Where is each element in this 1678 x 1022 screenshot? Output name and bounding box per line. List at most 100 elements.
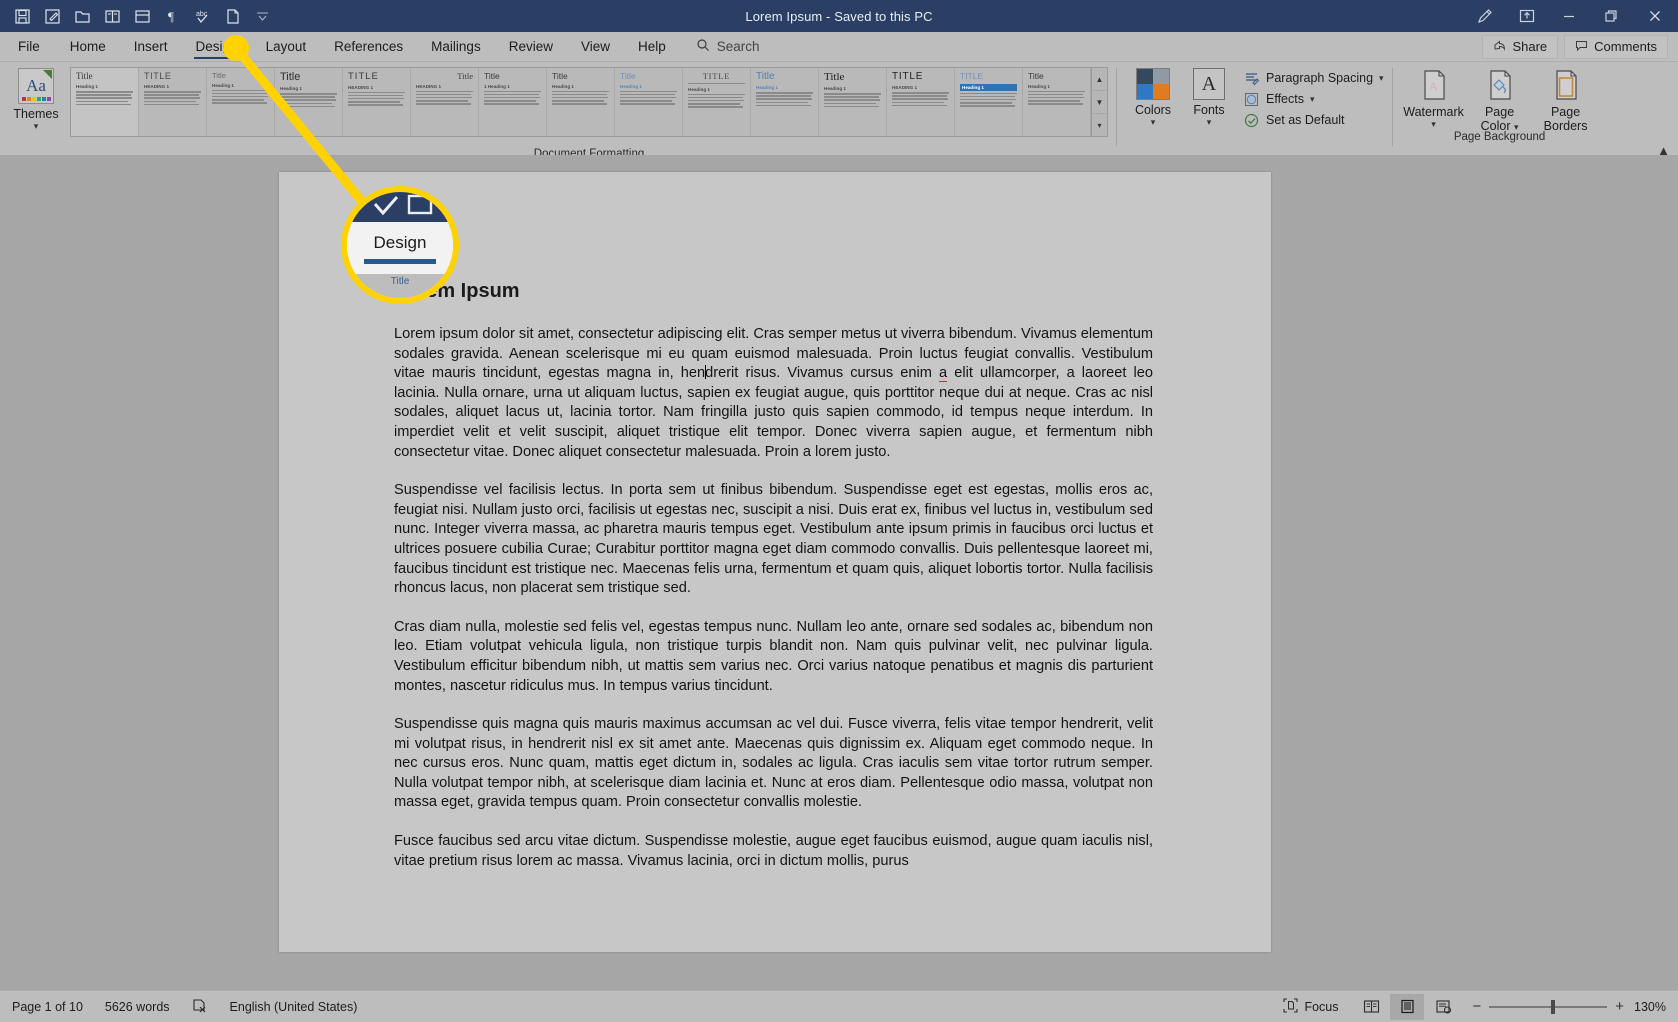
- chevron-down-icon[interactable]: ▾: [34, 122, 39, 131]
- tab-references[interactable]: References: [320, 32, 417, 61]
- language-label[interactable]: English (United States): [230, 1000, 358, 1014]
- watermark-button[interactable]: A Watermark ▾: [1403, 68, 1465, 129]
- style-set-thumb[interactable]: TITLE HEADING 1: [887, 68, 955, 136]
- comments-label: Comments: [1594, 39, 1657, 54]
- tab-mailings[interactable]: Mailings: [417, 32, 495, 61]
- style-set-thumb[interactable]: Title HEADING 1: [411, 68, 479, 136]
- zoom-slider[interactable]: − +: [1472, 999, 1624, 1014]
- proofing-errors-icon[interactable]: [192, 998, 208, 1016]
- style-set-thumb[interactable]: Title Heading 1: [207, 68, 275, 136]
- paragraph-spacing-icon: [1243, 70, 1260, 86]
- style-set-thumb[interactable]: Title Heading 1: [1023, 68, 1091, 136]
- colors-button[interactable]: Colors ▾: [1129, 68, 1177, 127]
- tab-insert[interactable]: Insert: [120, 32, 182, 61]
- chevron-down-icon[interactable]: ▾: [1310, 95, 1315, 104]
- gallery-scroll-down-icon[interactable]: ▼: [1092, 91, 1107, 114]
- ribbon: Aa Themes ▾ Title Heading 1 TITLE HEADING 1…: [0, 62, 1678, 162]
- read-mode-icon[interactable]: [98, 3, 126, 29]
- gallery-scroll-up-icon[interactable]: ▲: [1092, 68, 1107, 91]
- style-set-thumb[interactable]: Title Heading 1: [615, 68, 683, 136]
- chevron-down-icon[interactable]: ▾: [1207, 118, 1212, 127]
- chevron-down-icon[interactable]: ▾: [1431, 120, 1436, 129]
- style-set-thumb[interactable]: TITLE Heading 1: [955, 68, 1023, 136]
- set-as-default-button[interactable]: Set as Default: [1243, 112, 1384, 128]
- chevron-down-icon[interactable]: ▾: [1379, 74, 1384, 83]
- open-folder-icon[interactable]: [68, 3, 96, 29]
- zoom-out-button[interactable]: −: [1472, 999, 1481, 1014]
- paragraph-spacing-button[interactable]: Paragraph Spacing ▾: [1243, 70, 1384, 86]
- paragraph-marks-icon[interactable]: ¶: [158, 3, 186, 29]
- close-icon[interactable]: [1632, 0, 1678, 32]
- print-layout-view-button[interactable]: [1390, 993, 1425, 1020]
- style-set-thumb-bodylines: [212, 89, 269, 104]
- style-set-thumb[interactable]: Title 1 Heading 1: [479, 68, 547, 136]
- set-as-default-label: Set as Default: [1266, 113, 1345, 127]
- restore-icon[interactable]: [1590, 0, 1632, 32]
- style-set-thumb[interactable]: Title Heading 1: [547, 68, 615, 136]
- callout-design-label: Design: [373, 232, 427, 252]
- tab-home[interactable]: Home: [56, 32, 120, 61]
- page-color-button[interactable]: Page Color ▾: [1469, 68, 1531, 134]
- tab-review[interactable]: Review: [495, 32, 567, 61]
- effects-icon: [1243, 91, 1260, 107]
- page-count-label[interactable]: Page 1 of 10: [12, 1000, 83, 1014]
- effects-button[interactable]: Effects ▾: [1243, 91, 1384, 107]
- themes-button[interactable]: Aa Themes ▾: [8, 66, 64, 131]
- zoom-knob[interactable]: [1551, 999, 1556, 1014]
- style-set-thumb[interactable]: TITLE HEADING 1: [139, 68, 207, 136]
- page-color-label-line1: Page: [1484, 105, 1515, 119]
- tab-layout[interactable]: Layout: [252, 32, 321, 61]
- style-set-thumb-heading: Heading 1: [1028, 83, 1050, 89]
- page-borders-button[interactable]: Page Borders: [1535, 68, 1597, 134]
- read-mode-view-button[interactable]: [1354, 994, 1388, 1020]
- style-set-thumb[interactable]: Title Heading 1: [751, 68, 819, 136]
- style-set-thumb-title: TITLE: [348, 71, 379, 82]
- style-set-thumb[interactable]: Title Heading 1: [71, 68, 140, 136]
- customize-qat-icon[interactable]: [248, 3, 276, 29]
- tab-design[interactable]: Design: [182, 32, 252, 61]
- web-layout-view-button[interactable]: [1426, 994, 1460, 1020]
- style-set-thumb[interactable]: TITLE HEADING 1: [343, 68, 411, 136]
- style-set-thumb[interactable]: Title Heading 1: [275, 68, 343, 136]
- print-layout-icon[interactable]: [128, 3, 156, 29]
- gallery-scroll-buttons[interactable]: ▲ ▼ ▾: [1092, 67, 1108, 137]
- style-set-thumb-bodylines: [1028, 90, 1085, 105]
- fonts-button[interactable]: A Fonts ▾: [1185, 68, 1233, 127]
- word-count-label[interactable]: 5626 words: [105, 1000, 170, 1014]
- autosave-icon[interactable]: [38, 3, 66, 29]
- minimize-icon[interactable]: [1548, 0, 1590, 32]
- tab-help[interactable]: Help: [624, 32, 680, 61]
- style-set-thumb[interactable]: TITLE Heading 1: [683, 68, 751, 136]
- status-right: Focus − + 130%: [1283, 993, 1678, 1020]
- document-paragraph: Fusce faucibus sed arcu vitae dictum. Su…: [394, 833, 1153, 869]
- save-icon[interactable]: [8, 3, 36, 29]
- pen-icon[interactable]: [1464, 0, 1506, 32]
- comments-button[interactable]: Comments: [1564, 34, 1668, 59]
- color-swatch-3: [1153, 84, 1169, 99]
- zoom-in-button[interactable]: +: [1615, 999, 1624, 1014]
- tab-file[interactable]: File: [0, 32, 56, 61]
- style-set-gallery[interactable]: Title Heading 1 TITLE HEADING 1 Title Heading…: [70, 67, 1092, 137]
- svg-text:A: A: [1429, 79, 1438, 93]
- chevron-down-icon[interactable]: ▾: [1151, 118, 1156, 127]
- spelling-check-icon[interactable]: abc: [188, 3, 216, 29]
- search-box[interactable]: Search: [696, 32, 760, 61]
- style-set-thumb[interactable]: Title Heading 1: [819, 68, 887, 136]
- callout-thumb-title: Title: [390, 276, 410, 287]
- page-borders-icon: [1551, 68, 1581, 102]
- zoom-track[interactable]: [1489, 999, 1608, 1014]
- style-set-thumb-heading: Heading 1: [552, 83, 574, 89]
- focus-button[interactable]: Focus: [1283, 997, 1338, 1016]
- style-set-thumb-title: Title: [457, 71, 473, 81]
- ribbon-display-options-icon[interactable]: [1506, 0, 1548, 32]
- style-set-thumb-title: TITLE: [892, 71, 924, 82]
- style-set-thumb-title: Title: [620, 71, 636, 81]
- watermark-label: Watermark: [1403, 105, 1464, 119]
- style-set-thumb-title: Title: [484, 71, 500, 81]
- share-button[interactable]: Share: [1482, 34, 1559, 59]
- new-document-icon[interactable]: [218, 3, 246, 29]
- style-set-thumb-bodylines: [484, 90, 541, 105]
- gallery-more-icon[interactable]: ▾: [1092, 114, 1107, 136]
- zoom-level-label[interactable]: 130%: [1634, 1000, 1666, 1014]
- tab-view[interactable]: View: [567, 32, 624, 61]
